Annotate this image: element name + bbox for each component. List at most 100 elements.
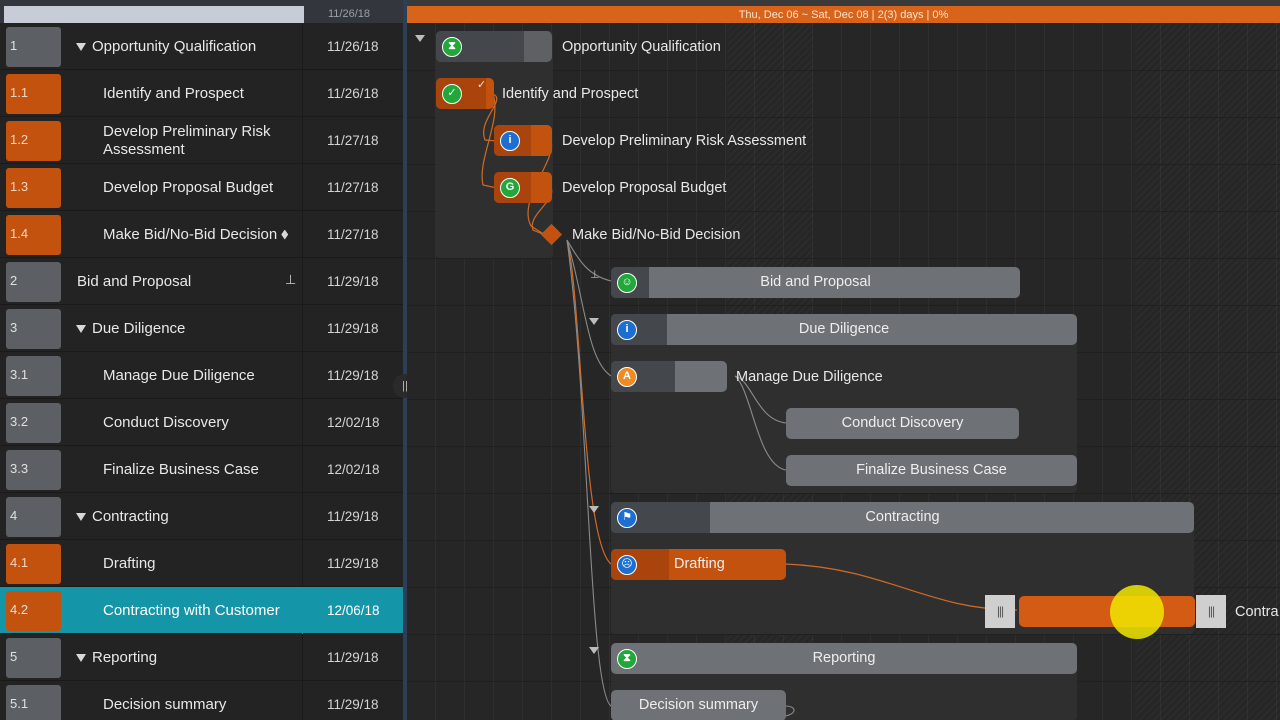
g-letter-icon[interactable]: G <box>500 178 520 198</box>
task-id[interactable]: 4.2 <box>6 591 61 631</box>
bar-label: Contra <box>1235 604 1279 620</box>
task-date[interactable]: 12/02/18 <box>302 446 403 493</box>
bar-decision-summary[interactable]: Decision summary <box>611 690 786 720</box>
task-row-1-4[interactable]: 1.4 Make Bid/No-Bid Decision 11/27/18 <box>0 211 403 258</box>
task-name-cell[interactable]: Develop Proposal Budget <box>64 164 300 211</box>
collapse-triangle-icon[interactable] <box>589 318 599 325</box>
a-letter-icon[interactable]: A <box>617 367 637 387</box>
task-name-cell[interactable]: Conduct Discovery <box>64 399 300 446</box>
task-row-4-2-selected[interactable]: 4.2 Contracting with Customer 12/06/18 <box>0 587 403 634</box>
bar-bid-and-proposal[interactable]: Bid and Proposal <box>611 267 1020 298</box>
task-name: Decision summary <box>103 695 227 713</box>
bar-contracting[interactable]: Contracting <box>611 502 1194 533</box>
collapse-triangle-icon[interactable] <box>76 324 86 333</box>
task-date[interactable]: 12/02/18 <box>302 399 403 446</box>
sad-face-icon[interactable]: ☹ <box>617 555 637 575</box>
task-row-1-2[interactable]: 1.2 Develop Preliminary Risk Assessment … <box>0 117 403 164</box>
task-row-1[interactable]: 1 Opportunity Qualification 11/26/18 <box>0 23 403 70</box>
task-name-cell[interactable]: Make Bid/No-Bid Decision <box>64 211 300 258</box>
task-name-cell[interactable]: Bid and Proposal <box>64 258 300 305</box>
task-row-1-3[interactable]: 1.3 Develop Proposal Budget 11/27/18 <box>0 164 403 211</box>
task-id[interactable]: 4 <box>6 497 61 537</box>
collapse-triangle-icon[interactable] <box>589 647 599 654</box>
task-row-5[interactable]: 5 Reporting 11/29/18 <box>0 634 403 681</box>
task-row-2[interactable]: 2 Bid and Proposal ⊥ 11/29/18 <box>0 258 403 305</box>
task-id[interactable]: 1.4 <box>6 215 61 255</box>
task-date[interactable]: 12/06/18 <box>302 587 403 634</box>
task-id[interactable]: 3.3 <box>6 450 61 490</box>
bar-due-diligence[interactable]: Due Diligence <box>611 314 1077 345</box>
task-id[interactable]: 2 <box>6 262 61 302</box>
task-row-1-1[interactable]: 1.1 Identify and Prospect 11/26/18 <box>0 70 403 117</box>
collapse-triangle-icon[interactable] <box>589 506 599 513</box>
task-date[interactable]: 11/29/18 <box>302 634 403 681</box>
bar-label: Identify and Prospect <box>502 86 639 102</box>
task-name-cell[interactable]: Contracting with Customer <box>64 587 300 634</box>
task-list-panel: 11/26/18 1 Opportunity Qualification 11/… <box>0 0 403 720</box>
info-icon[interactable]: i <box>617 320 637 340</box>
task-row-4-1[interactable]: 4.1 Drafting 11/29/18 <box>0 540 403 587</box>
task-date[interactable]: 11/29/18 <box>302 305 403 352</box>
task-id[interactable]: 3 <box>6 309 61 349</box>
task-date[interactable]: 11/29/18 <box>302 258 403 305</box>
resize-handle-left-icon[interactable]: ||| <box>985 595 1015 628</box>
subproject-hierarchy-icon[interactable]: ⊥ <box>285 272 296 288</box>
bar-reporting[interactable]: Reporting <box>611 643 1077 674</box>
task-name-cell[interactable]: Opportunity Qualification <box>64 23 300 70</box>
collapse-triangle-icon[interactable] <box>415 35 425 42</box>
bar-contracting-with-customer[interactable] <box>1019 596 1195 627</box>
task-row-3[interactable]: 3 Due Diligence 11/29/18 <box>0 305 403 352</box>
task-name-cell[interactable]: Due Diligence <box>64 305 300 352</box>
task-id[interactable]: 1.2 <box>6 121 61 161</box>
task-date[interactable]: 11/29/18 <box>302 681 403 720</box>
task-name: Develop Preliminary Risk Assessment <box>103 122 271 158</box>
task-id[interactable]: 1.1 <box>6 74 61 114</box>
task-id[interactable]: 4.1 <box>6 544 61 584</box>
smiley-icon[interactable]: ☺ <box>617 273 637 293</box>
resize-handle-right-icon[interactable]: ||| <box>1196 595 1226 628</box>
task-id[interactable]: 1.3 <box>6 168 61 208</box>
task-date[interactable]: 11/29/18 <box>302 540 403 587</box>
task-name: Due Diligence <box>92 319 186 337</box>
task-name-cell[interactable]: Contracting <box>64 493 300 540</box>
task-row-3-1[interactable]: 3.1 Manage Due Diligence 11/29/18 <box>0 352 403 399</box>
task-name-cell[interactable]: Drafting <box>64 540 300 587</box>
task-row-3-3[interactable]: 3.3 Finalize Business Case 12/02/18 <box>0 446 403 493</box>
task-date[interactable]: 11/26/18 <box>302 23 403 70</box>
task-name-cell[interactable]: Decision summary <box>64 681 300 720</box>
task-name: Bid and Proposal <box>77 272 192 290</box>
bar-drafting[interactable]: Drafting <box>611 549 786 580</box>
task-name-cell[interactable]: Manage Due Diligence <box>64 352 300 399</box>
task-name-cell[interactable]: Finalize Business Case <box>64 446 300 493</box>
task-id[interactable]: 5 <box>6 638 61 678</box>
gantt-chart[interactable]: Thu, Dec 06 ~ Sat, Dec 08 | 2(3) days | … <box>407 0 1280 720</box>
collapse-triangle-icon[interactable] <box>76 42 86 51</box>
check-icon[interactable]: ✓ <box>442 84 462 104</box>
hourglass-icon[interactable]: ⧗ <box>442 37 462 57</box>
task-row-4[interactable]: 4 Contracting 11/29/18 <box>0 493 403 540</box>
task-date[interactable]: 11/27/18 <box>302 117 403 164</box>
task-date[interactable]: 11/29/18 <box>302 352 403 399</box>
collapse-triangle-icon[interactable] <box>76 512 86 521</box>
hourglass-icon[interactable]: ⧗ <box>617 649 637 669</box>
task-id[interactable]: 1 <box>6 27 61 67</box>
task-row-3-2[interactable]: 3.2 Conduct Discovery 12/02/18 <box>0 399 403 446</box>
task-name-cell[interactable]: Identify and Prospect <box>64 70 300 117</box>
touch-cursor-indicator <box>1110 585 1164 639</box>
task-date[interactable]: 11/27/18 <box>302 211 403 258</box>
task-date[interactable]: 11/26/18 <box>302 70 403 117</box>
task-name-cell[interactable]: Develop Preliminary Risk Assessment <box>64 117 300 164</box>
task-id[interactable]: 3.2 <box>6 403 61 443</box>
bar-conduct-discovery[interactable]: Conduct Discovery <box>786 408 1019 439</box>
bar-finalize-business-case[interactable]: Finalize Business Case <box>786 455 1077 486</box>
task-date[interactable]: 11/29/18 <box>302 493 403 540</box>
info-icon[interactable]: i <box>500 131 520 151</box>
collapse-triangle-icon[interactable] <box>76 653 86 662</box>
flag-icon[interactable]: ⚑ <box>617 508 637 528</box>
task-row-5-1[interactable]: 5.1 Decision summary 11/29/18 <box>0 681 403 720</box>
task-id[interactable]: 3.1 <box>6 356 61 396</box>
task-name-cell[interactable]: Reporting <box>64 634 300 681</box>
task-date[interactable]: 11/27/18 <box>302 164 403 211</box>
task-id[interactable]: 5.1 <box>6 685 61 720</box>
bar-label: Decision summary <box>638 697 759 713</box>
